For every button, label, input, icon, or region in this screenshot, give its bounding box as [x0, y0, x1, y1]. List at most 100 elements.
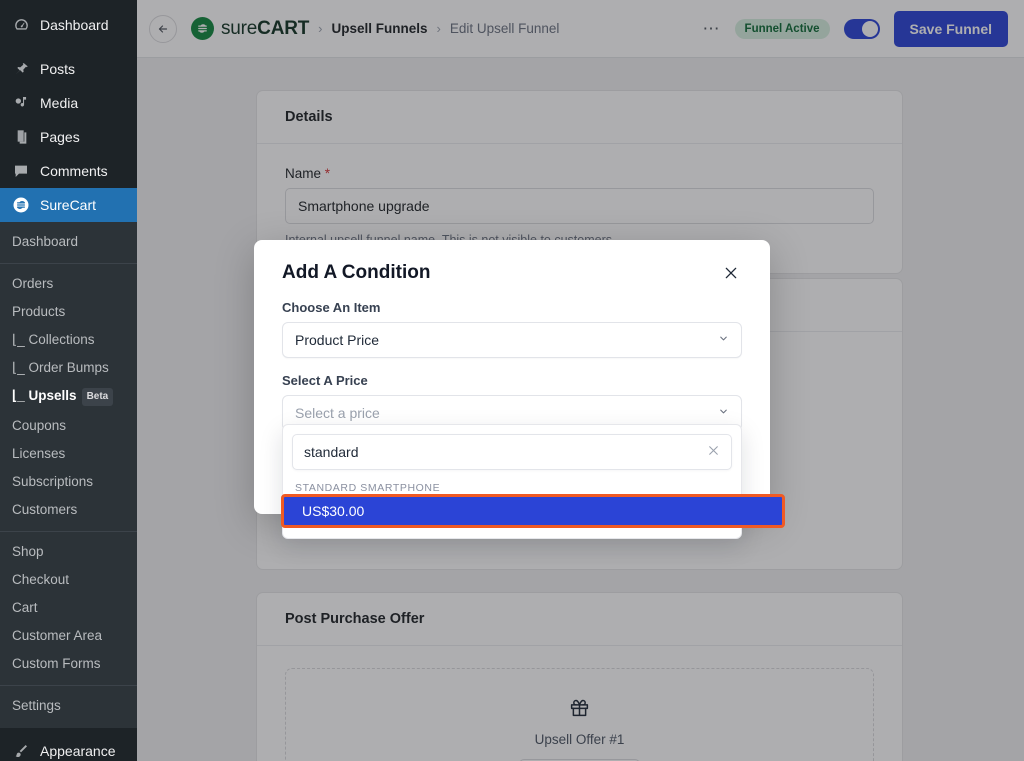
pages-icon: [11, 127, 31, 147]
more-options-icon[interactable]: ⋯: [703, 20, 721, 37]
sidebar-item-appearance[interactable]: Appearance: [0, 734, 137, 761]
submenu-item-label: Upsells: [28, 388, 77, 403]
submenu-item-label: Collections: [28, 332, 95, 347]
sidebar-item-label: SureCart: [40, 197, 97, 213]
surecart-submenu: Dashboard Orders Products ⌊_ Collections…: [0, 222, 137, 728]
back-button[interactable]: [149, 14, 177, 43]
submenu-item-label: Customer Area: [12, 628, 103, 643]
gift-icon: [569, 699, 590, 722]
sidebar-item-label: Posts: [40, 61, 76, 77]
breadcrumb-upsell-funnels[interactable]: Upsell Funnels: [332, 21, 428, 36]
submenu-item-licenses[interactable]: Licenses: [0, 440, 137, 468]
brand-wordmark-light: sure: [221, 17, 258, 39]
app-header: sureCART › Upsell Funnels › Edit Upsell …: [137, 0, 1024, 58]
close-icon[interactable]: [720, 262, 742, 284]
price-search-value: standard: [304, 444, 359, 460]
select-price-placeholder: Select a price: [295, 405, 380, 421]
submenu-item-order-bumps[interactable]: ⌊_ Order Bumps: [0, 354, 137, 382]
surecart-brand[interactable]: sureCART: [191, 17, 309, 40]
funnel-name-input[interactable]: [285, 188, 874, 224]
price-search-field[interactable]: standard: [292, 434, 732, 470]
submenu-item-label: Shop: [12, 544, 44, 559]
submenu-item-subscriptions[interactable]: Subscriptions: [0, 468, 137, 496]
funnel-active-toggle[interactable]: [843, 18, 880, 39]
status-badge: Funnel Active: [734, 18, 830, 39]
submenu-item-label: Cart: [12, 600, 38, 615]
submenu-item-label: Dashboard: [12, 234, 79, 249]
details-card-title: Details: [257, 91, 902, 144]
choose-item-label: Choose An Item: [282, 300, 381, 315]
submenu-item-upsells[interactable]: ⌊_ Upsells Beta: [0, 382, 137, 412]
admin-sidebar: Dashboard Posts Media Pages Comments Sur…: [0, 0, 137, 761]
post-purchase-offer-card: Post Purchase Offer Upsell Offer #1 + Ad…: [256, 592, 903, 761]
choose-item-select[interactable]: Product Price: [282, 322, 742, 358]
submenu-item-label: Customers: [12, 502, 78, 517]
submenu-item-customer-area[interactable]: Customer Area: [0, 622, 137, 650]
pin-icon: [11, 59, 31, 79]
media-icon: [11, 93, 31, 113]
submenu-item-orders[interactable]: Orders: [0, 270, 137, 298]
submenu-item-custom-forms[interactable]: Custom Forms: [0, 650, 137, 678]
modal-title: Add A Condition: [282, 262, 431, 283]
post-purchase-offer-title: Post Purchase Offer: [257, 593, 902, 646]
sidebar-item-label: Pages: [40, 129, 80, 145]
submenu-item-customers[interactable]: Customers: [0, 496, 137, 524]
submenu-item-coupons[interactable]: Coupons: [0, 412, 137, 440]
sidebar-divider: [0, 42, 137, 52]
brush-icon: [11, 741, 31, 761]
dashboard-icon: [11, 15, 31, 35]
sidebar-item-media[interactable]: Media: [0, 86, 137, 120]
submenu-item-label: Products: [12, 304, 66, 319]
sidebar-item-pages[interactable]: Pages: [0, 120, 137, 154]
submenu-item-label: Orders: [12, 276, 54, 291]
submenu-item-label: Custom Forms: [12, 656, 101, 671]
submenu-item-settings[interactable]: Settings: [0, 692, 137, 720]
submenu-item-label: Licenses: [12, 446, 66, 461]
sidebar-item-posts[interactable]: Posts: [0, 52, 137, 86]
submenu-item-collections[interactable]: ⌊_ Collections: [0, 326, 137, 354]
arrow-left-icon: [158, 24, 168, 33]
sidebar-item-comments[interactable]: Comments: [0, 154, 137, 188]
sidebar-item-label: Media: [40, 95, 79, 111]
save-funnel-button[interactable]: Save Funnel: [893, 10, 1008, 47]
submenu-item-label: Coupons: [12, 418, 67, 433]
sidebar-item-surecart[interactable]: SureCart: [0, 188, 137, 222]
submenu-item-products[interactable]: Products: [0, 298, 137, 326]
upsell-offer-label: Upsell Offer #1: [534, 732, 625, 747]
name-label-text: Name: [285, 166, 322, 181]
submenu-divider: [0, 263, 137, 264]
sidebar-item-dashboard[interactable]: Dashboard: [0, 8, 137, 42]
submenu-item-shop[interactable]: Shop: [0, 538, 137, 566]
comments-icon: [11, 161, 31, 181]
sidebar-item-label: Dashboard: [40, 17, 109, 33]
surecart-logo-icon: [191, 17, 214, 40]
dropdown-option-label: US$30.00: [302, 503, 365, 519]
breadcrumb-edit-upsell-funnel: Edit Upsell Funnel: [449, 21, 560, 36]
brand-wordmark: sureCART: [221, 18, 309, 40]
submenu-item-label: Order Bumps: [28, 360, 109, 375]
upsell-offer-slot: Upsell Offer #1 + Add Product: [285, 668, 874, 761]
submenu-item-checkout[interactable]: Checkout: [0, 566, 137, 594]
toggle-knob: [861, 20, 878, 37]
submenu-divider: [0, 685, 137, 686]
submenu-item-label: Checkout: [12, 572, 70, 587]
sidebar-item-label: Comments: [40, 163, 108, 179]
chevron-down-icon: [718, 406, 729, 420]
required-marker: *: [324, 166, 331, 181]
submenu-item-label: Subscriptions: [12, 474, 94, 489]
submenu-item-cart[interactable]: Cart: [0, 594, 137, 622]
submenu-child-marker: ⌊_: [12, 360, 29, 375]
submenu-child-marker: ⌊_: [12, 388, 29, 403]
chevron-down-icon: [718, 333, 729, 347]
dropdown-option-us-30[interactable]: US$30.00: [281, 494, 785, 528]
name-field-label: Name *: [285, 166, 874, 181]
breadcrumb-separator: ›: [318, 21, 323, 36]
clear-icon[interactable]: [707, 444, 720, 460]
select-price-group: Select A Price Select a price: [282, 373, 742, 431]
submenu-item-dashboard[interactable]: Dashboard: [0, 228, 137, 256]
beta-badge: Beta: [81, 388, 114, 406]
choose-item-value: Product Price: [295, 332, 380, 348]
select-price-label: Select A Price: [282, 373, 368, 388]
modal-header: Add A Condition: [282, 262, 742, 284]
submenu-divider: [0, 531, 137, 532]
